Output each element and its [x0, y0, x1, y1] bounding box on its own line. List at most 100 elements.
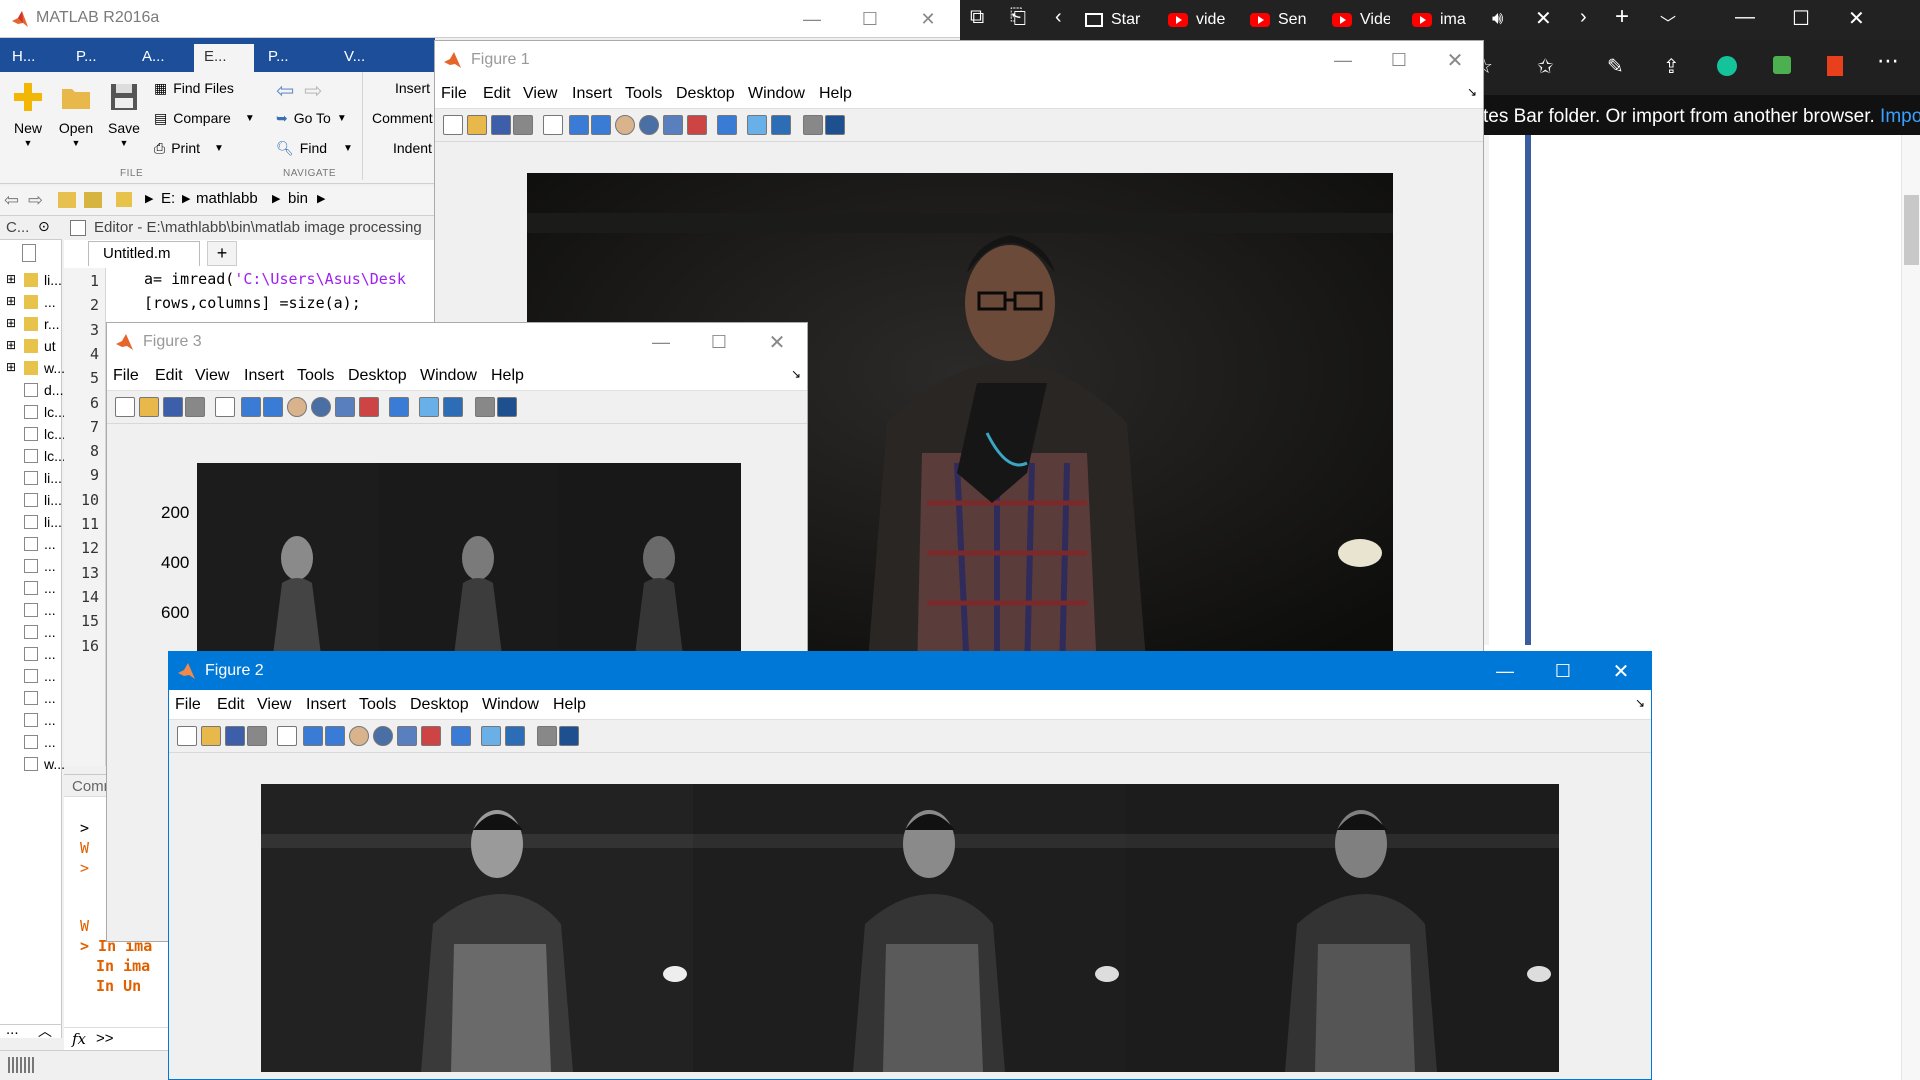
hide-tools-icon[interactable]: [803, 115, 823, 135]
minimize-button[interactable]: —: [784, 0, 840, 38]
code-line-1[interactable]: a= imread('C:\Users\Asus\Desk: [144, 270, 406, 288]
link-icon[interactable]: [389, 397, 409, 417]
close-tab-icon[interactable]: ✕: [1535, 6, 1552, 31]
undock-icon[interactable]: ↘: [791, 367, 801, 381]
maximize-button[interactable]: ☐: [842, 0, 898, 38]
minimize-button[interactable]: —: [1477, 652, 1533, 690]
folder-list-item[interactable]: li...: [0, 468, 62, 490]
chevron-down-icon[interactable]: ﹀: [1660, 10, 1676, 34]
speaker-icon[interactable]: 🔊︎: [1492, 8, 1503, 29]
new-tab-icon[interactable]: +: [1615, 3, 1629, 31]
menu-insert[interactable]: Insert: [572, 85, 612, 103]
open-file-icon[interactable]: [467, 115, 487, 135]
compare-button[interactable]: ▤ Compare ▼: [154, 106, 255, 130]
menu-desktop[interactable]: Desktop: [676, 85, 735, 103]
menu-file[interactable]: File: [441, 85, 467, 103]
folder-list-item[interactable]: r... ⊞: [0, 314, 62, 336]
share-icon[interactable]: ⇪: [1663, 54, 1680, 79]
comment-button[interactable]: Comment: [372, 106, 433, 130]
browser-tab-video-2[interactable]: Vide: [1332, 8, 1390, 32]
show-tools-icon[interactable]: [559, 726, 579, 746]
data-cursor-icon[interactable]: [397, 726, 417, 746]
folder-list-item[interactable]: ...: [0, 644, 62, 666]
browser-maximize-button[interactable]: ☐: [1792, 6, 1810, 31]
page-scrollbar[interactable]: [1901, 135, 1920, 1080]
maximize-button[interactable]: ☐: [691, 323, 747, 361]
link-icon[interactable]: [451, 726, 471, 746]
chevron-up-icon[interactable]: ︿: [38, 1021, 52, 1041]
menu-view[interactable]: View: [523, 85, 557, 103]
tab-editor[interactable]: E...: [194, 44, 254, 74]
print-button[interactable]: ⎙ Print ▼: [154, 136, 224, 160]
link-icon[interactable]: [717, 115, 737, 135]
menu-help[interactable]: Help: [819, 85, 852, 103]
browser-minimize-button[interactable]: —: [1735, 6, 1755, 29]
folder-list-item[interactable]: ...: [0, 600, 62, 622]
folder-list-item[interactable]: w...: [0, 754, 65, 776]
folder-list-item[interactable]: w... ⊞: [0, 358, 65, 380]
menu-tools[interactable]: Tools: [359, 696, 396, 714]
menu-help[interactable]: Help: [491, 367, 524, 385]
print-icon[interactable]: [513, 115, 533, 135]
menu-edit[interactable]: Edit: [483, 85, 511, 103]
folder-list-item[interactable]: ...: [0, 710, 62, 732]
menu-view[interactable]: View: [257, 696, 291, 714]
pan-icon[interactable]: [615, 115, 635, 135]
rotate-icon[interactable]: [311, 397, 331, 417]
expand-icon[interactable]: ⊞: [6, 272, 16, 286]
up-folder-icon[interactable]: [58, 192, 76, 208]
new-figure-icon[interactable]: [443, 115, 463, 135]
more-options-icon[interactable]: ⋯: [1877, 48, 1899, 74]
browser-close-button[interactable]: ✕: [1848, 6, 1865, 31]
brush-icon[interactable]: [359, 397, 379, 417]
hide-tools-icon[interactable]: [475, 397, 495, 417]
brush-icon[interactable]: [421, 726, 441, 746]
folder-list-item[interactable]: li... ⊞: [0, 270, 62, 292]
hide-tools-icon[interactable]: [537, 726, 557, 746]
folder-list-item[interactable]: lc...: [0, 402, 66, 424]
zoom-in-icon[interactable]: [569, 115, 589, 135]
colorbar-icon[interactable]: [419, 397, 439, 417]
path-drive[interactable]: E:: [161, 190, 175, 207]
undock-icon[interactable]: ↘: [1635, 696, 1645, 710]
zoom-out-icon[interactable]: [263, 397, 283, 417]
menu-desktop[interactable]: Desktop: [410, 696, 469, 714]
browse-folder-icon[interactable]: [84, 192, 102, 208]
menu-view[interactable]: View: [195, 367, 229, 385]
open-file-icon[interactable]: [139, 397, 159, 417]
expand-icon[interactable]: ⊞: [6, 294, 16, 308]
data-cursor-icon[interactable]: [663, 115, 683, 135]
chevron-right-icon[interactable]: ›: [1580, 6, 1587, 29]
new-button[interactable]: New ▼: [4, 78, 52, 148]
zoom-in-icon[interactable]: [303, 726, 323, 746]
grammarly-icon[interactable]: [1717, 56, 1737, 76]
pan-icon[interactable]: [287, 397, 307, 417]
folder-list-item[interactable]: ... ⊞: [0, 292, 62, 314]
colorbar-icon[interactable]: [481, 726, 501, 746]
menu-window[interactable]: Window: [748, 85, 805, 103]
fx-icon[interactable]: fx: [72, 1030, 86, 1048]
panel-menu-icon[interactable]: ⊙: [38, 218, 50, 235]
browser-tab-sen[interactable]: Sen: [1250, 8, 1308, 32]
close-button[interactable]: ✕: [1427, 41, 1483, 79]
menu-help[interactable]: Help: [553, 696, 586, 714]
pen-icon[interactable]: ✎: [1607, 54, 1624, 79]
minimize-button[interactable]: —: [633, 323, 689, 361]
menu-file[interactable]: File: [113, 367, 139, 385]
menu-edit[interactable]: Edit: [155, 367, 183, 385]
folder-list-item[interactable]: ...: [0, 556, 62, 578]
open-file-icon[interactable]: [201, 726, 221, 746]
folder-list-item[interactable]: lc...: [0, 424, 66, 446]
zoom-out-icon[interactable]: [325, 726, 345, 746]
pointer-icon[interactable]: [277, 726, 297, 746]
favorites-icon[interactable]: ✩: [1537, 54, 1554, 79]
rotate-icon[interactable]: [373, 726, 393, 746]
save-icon[interactable]: [225, 726, 245, 746]
expand-icon[interactable]: ⊞: [6, 360, 16, 374]
browser-tab-start[interactable]: Star: [1085, 8, 1145, 32]
forward-icon[interactable]: ⇨: [28, 190, 43, 211]
colorbar-icon[interactable]: [747, 115, 767, 135]
menu-tools[interactable]: Tools: [297, 367, 334, 385]
indent-button[interactable]: Indent: [393, 136, 432, 160]
open-button[interactable]: Open ▼: [52, 78, 100, 148]
